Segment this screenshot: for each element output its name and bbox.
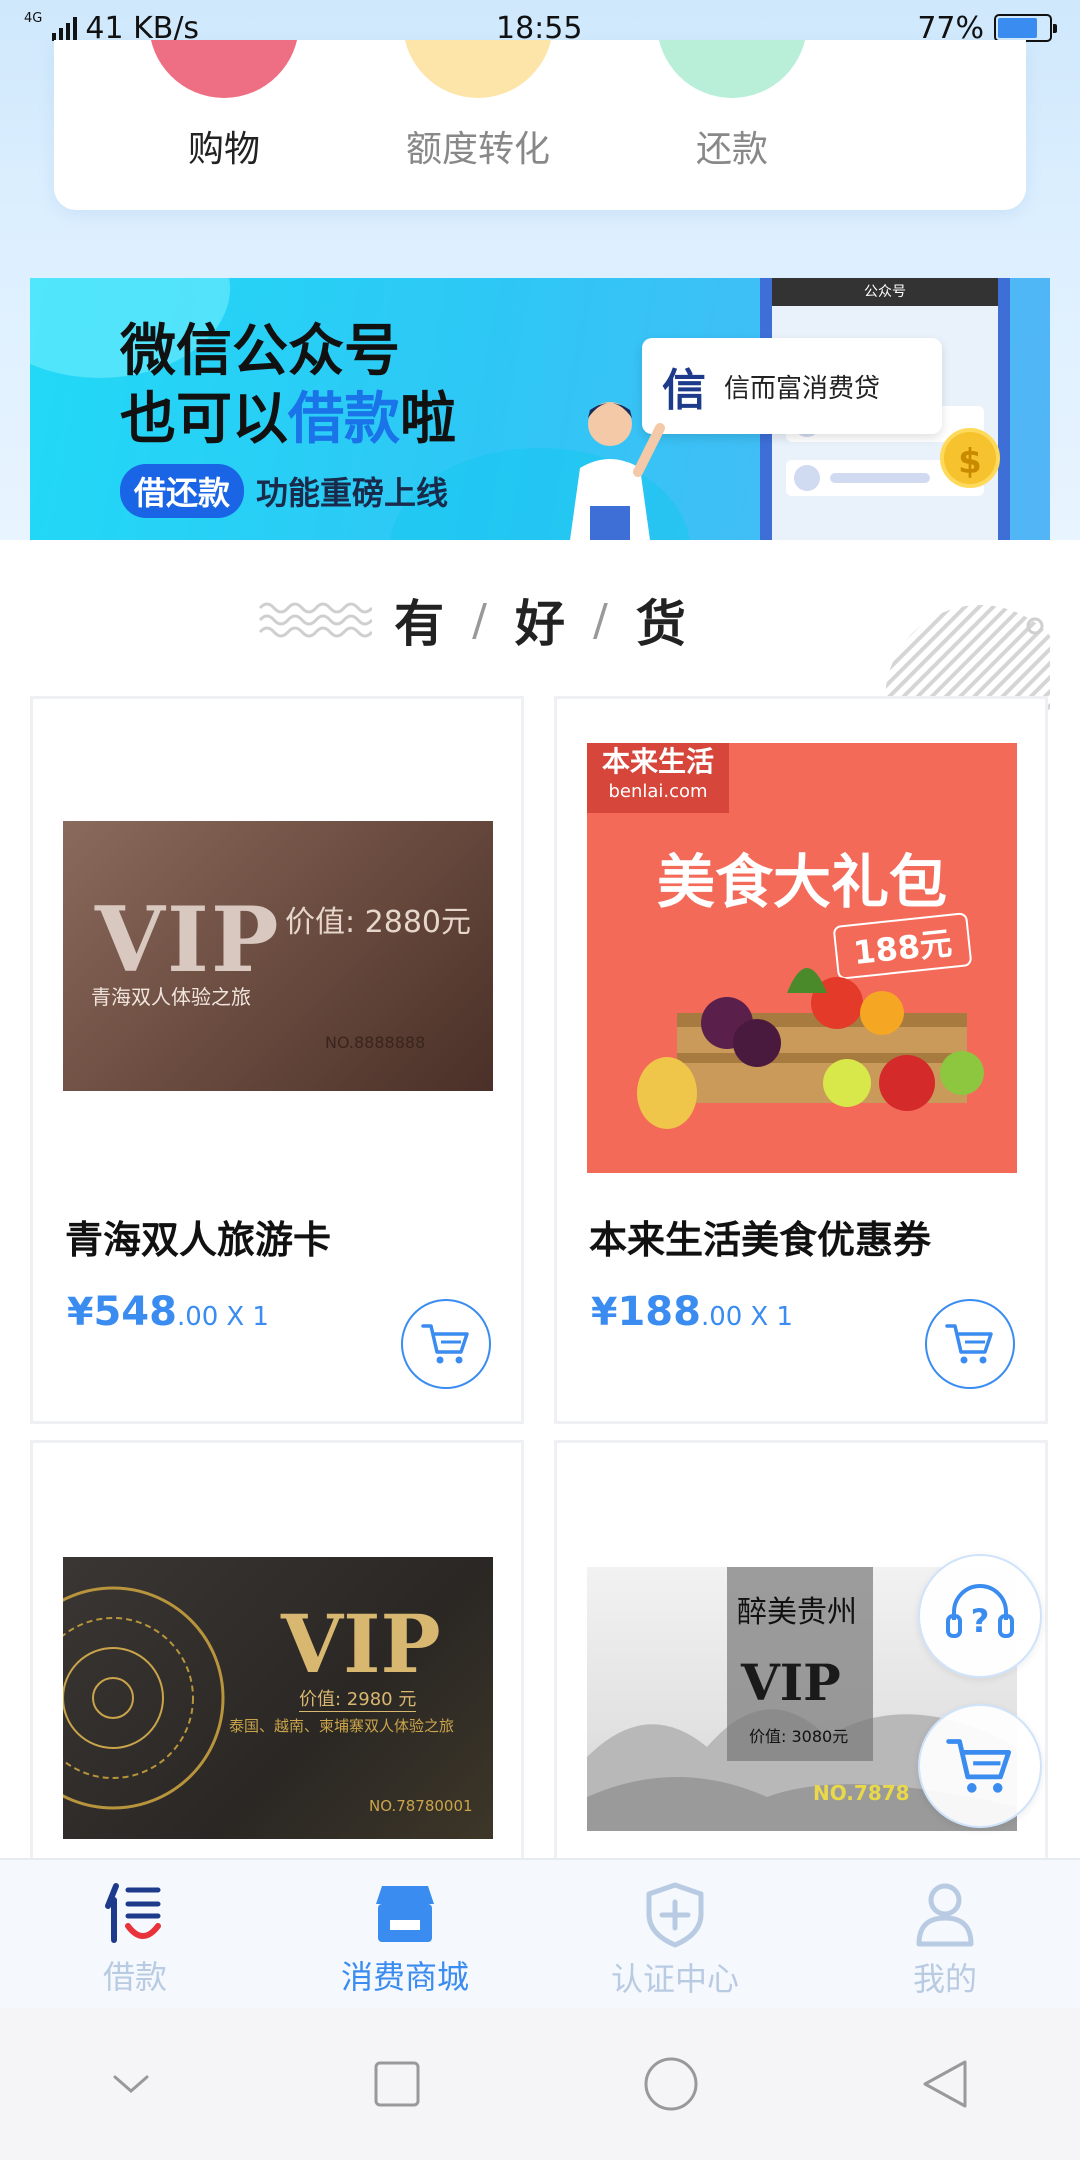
fruit-basket-illustration — [637, 968, 984, 1129]
card-number-text: NO.8888888 — [325, 1033, 426, 1052]
price-yen: ¥ — [67, 1290, 94, 1334]
card-value-text: 价值: 2980 元 — [299, 1685, 417, 1712]
tab-label: 我的 — [912, 1960, 977, 1998]
quick-action-credit-convert[interactable]: 额度转化 — [358, 40, 598, 172]
quick-action-label: 额度转化 — [405, 129, 550, 170]
banner-pill: 借还款 — [120, 464, 245, 518]
system-navigation-bar — [0, 2008, 1080, 2160]
svg-text:?: ? — [971, 1602, 990, 1640]
banner-line2-highlight: 借款 — [288, 387, 400, 452]
vip-panel: 醉美贵州 VIP 价值: 3080元 — [727, 1567, 873, 1761]
tab-verification[interactable]: 认证中心 — [540, 1860, 810, 2008]
store-icon — [376, 1886, 434, 1942]
brand-name: 本来生活 — [601, 745, 714, 778]
card-number-text: NO.7878 — [813, 1781, 910, 1805]
section-title-char: 货 — [635, 595, 686, 653]
tab-me[interactable]: 我的 — [810, 1860, 1080, 2008]
quick-action-label: 还款 — [695, 129, 768, 170]
chat-card: 信 信而富消费贷 — [642, 338, 942, 434]
brand-calligraphy: 醉美贵州 — [737, 1595, 857, 1630]
banner-line2: 也可以借款啦 — [120, 386, 456, 454]
product-price: ¥ 188 .00 X 1 — [591, 1289, 793, 1335]
product-card[interactable]: VIP 价值: 2880元 青海双人体验之旅 NO.8888888 青海双人旅游… — [30, 696, 524, 1424]
section-title-slash: / — [593, 594, 608, 646]
chevron-down-icon[interactable] — [111, 2071, 151, 2097]
person-illustration — [570, 402, 665, 540]
network-tag: 4G — [24, 10, 43, 26]
price-decimal: .00 — [176, 1302, 219, 1332]
add-to-cart-button[interactable] — [925, 1299, 1015, 1389]
card-line-text: 泰国、越南、柬埔寨双人体验之旅 — [229, 1717, 455, 1735]
promo-banner[interactable]: 微信公众号 也可以借款啦 借还款 功能重磅上线 公众号 信 信而富消费贷 $ — [30, 278, 1050, 540]
product-image: VIP 价值: 2880元 青海双人体验之旅 NO.8888888 — [63, 821, 493, 1091]
card-number-text: NO.78780001 — [369, 1797, 473, 1815]
price-decimal: .00 — [700, 1302, 743, 1332]
banner-line2-suffix: 啦 — [400, 387, 456, 452]
gift-title: 美食大礼包 — [656, 848, 947, 916]
section-title-slash: / — [472, 594, 487, 646]
xin-logo-icon — [105, 1883, 161, 1943]
quick-action-label: 购物 — [187, 129, 260, 170]
quick-action-repay[interactable]: 还款 — [612, 40, 852, 172]
striped-circle-decoration-icon — [885, 605, 1050, 710]
headset-help-icon: ? — [946, 1584, 1014, 1640]
vip-text: VIP — [741, 1653, 841, 1712]
banner-sub-text: 功能重磅上线 — [256, 474, 449, 512]
brand-url: benlai.com — [608, 781, 708, 802]
tab-label: 认证中心 — [610, 1960, 739, 1998]
vip-text: VIP — [281, 1597, 441, 1691]
chat-name: 信而富消费贷 — [724, 373, 881, 404]
product-image: 本来生活 benlai.com 美食大礼包 188元 — [587, 743, 1017, 1173]
banner-line2-prefix: 也可以 — [120, 387, 288, 452]
product-title: 本来生活美食优惠券 — [589, 1218, 932, 1262]
recent-apps-icon[interactable] — [373, 2060, 421, 2108]
person-icon — [916, 1883, 974, 1947]
cart-icon — [946, 1739, 1012, 1793]
signal-icon — [52, 15, 78, 41]
coin-icon: $ — [940, 428, 1000, 488]
battery-icon — [994, 14, 1057, 42]
card-value-text: 价值: 2880元 — [285, 905, 471, 940]
tab-label: 借款 — [102, 1958, 167, 1996]
help-float-button[interactable]: ? — [918, 1554, 1042, 1678]
tab-loan[interactable]: 借款 — [0, 1860, 270, 2008]
banner-sub: 借还款 功能重磅上线 — [120, 464, 448, 518]
ornament-pattern-icon — [63, 1586, 225, 1810]
product-title: 青海双人旅游卡 — [65, 1218, 332, 1262]
product-card[interactable]: 本来生活 benlai.com 美食大礼包 188元 本来生活美食优惠券 ¥ 1… — [554, 696, 1048, 1424]
price-yen: ¥ — [591, 1290, 618, 1334]
price-integer: 188 — [617, 1289, 701, 1335]
phone-top-bar: 公众号 — [772, 278, 998, 306]
battery-fill — [998, 18, 1037, 38]
tab-label: 消费商城 — [340, 1958, 469, 1996]
quick-actions-card: 购物 额度转化 还款 — [54, 40, 1026, 210]
product-image: VIP 价值: 2980 元 泰国、越南、柬埔寨双人体验之旅 NO.787800… — [63, 1557, 493, 1839]
back-icon[interactable] — [921, 2058, 969, 2110]
price-quantity: X 1 — [750, 1302, 793, 1332]
cart-float-button[interactable] — [918, 1704, 1042, 1828]
section-title-char: 有 — [394, 595, 445, 653]
price-quantity: X 1 — [226, 1302, 269, 1332]
banner-line1: 微信公众号 — [120, 319, 400, 384]
card-value-text: 价值: 3080元 — [749, 1727, 849, 1746]
product-price: ¥ 548 .00 X 1 — [67, 1289, 269, 1335]
repay-icon — [657, 40, 807, 98]
shield-plus-icon — [646, 1882, 704, 1948]
add-to-cart-button[interactable] — [401, 1299, 491, 1389]
cart-icon — [945, 1324, 993, 1364]
bottom-tab-bar: 借款 消费商城 认证中心 我的 — [0, 1858, 1080, 2008]
brand-badge: 本来生活 benlai.com — [587, 743, 729, 813]
section-title-char: 好 — [515, 595, 565, 653]
shopping-icon — [149, 40, 299, 98]
banner-title: 微信公众号 也可以借款啦 — [120, 318, 456, 454]
tab-store[interactable]: 消费商城 — [270, 1860, 540, 2008]
quick-action-shopping[interactable]: 购物 — [104, 40, 344, 172]
card-line-text: 青海双人体验之旅 — [91, 985, 251, 1009]
home-icon[interactable] — [643, 2056, 699, 2112]
cart-icon — [421, 1324, 469, 1364]
price-integer: 548 — [93, 1289, 177, 1335]
credit-convert-icon — [403, 40, 553, 98]
vip-text: VIP — [95, 887, 281, 993]
